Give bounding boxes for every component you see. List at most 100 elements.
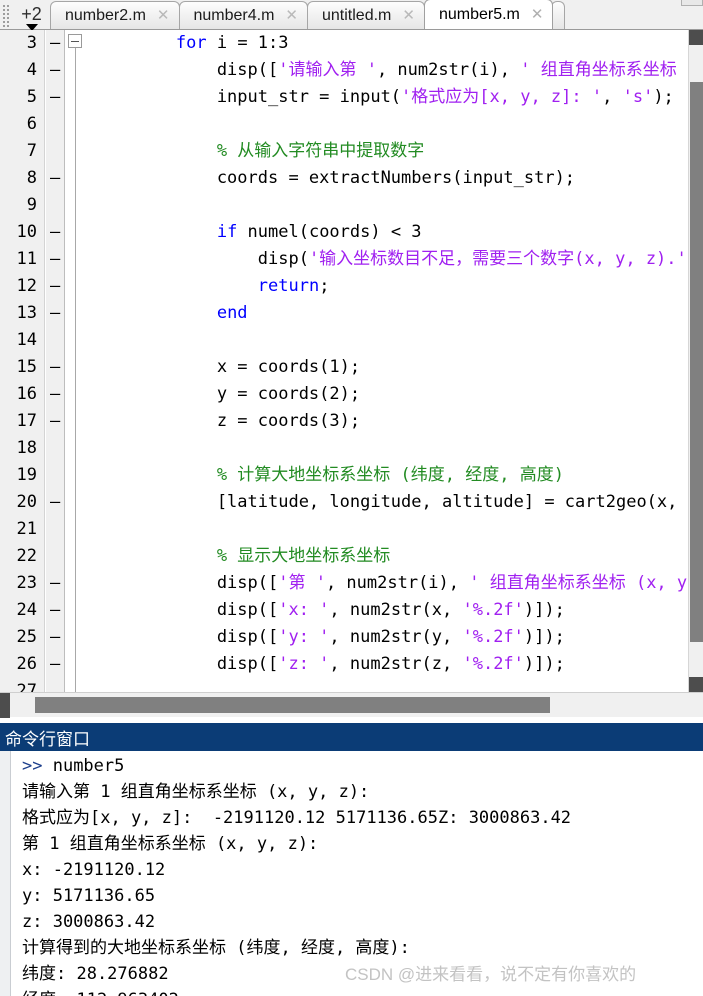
- code-line[interactable]: [94, 327, 688, 354]
- code-line[interactable]: % 显示大地坐标系坐标: [94, 543, 688, 570]
- code-line[interactable]: disp(['请输入第 ', num2str(i), ' 组直角坐标系坐标 (x…: [94, 57, 688, 84]
- executable-marker-row[interactable]: –: [46, 30, 65, 57]
- tab-close-icon[interactable]: ✕: [282, 8, 301, 23]
- executable-marker-row[interactable]: –: [46, 273, 65, 300]
- code-line[interactable]: disp(['z: ', num2str(z, '%.2f')]);: [94, 651, 688, 678]
- line-number-row: 24: [0, 597, 45, 624]
- code-line[interactable]: if numel(coords) < 3: [94, 219, 688, 246]
- code-line[interactable]: end: [94, 300, 688, 327]
- line-number-row: 19: [0, 462, 45, 489]
- scroll-down-arrow-icon[interactable]: [689, 677, 703, 692]
- line-number-row: 5: [0, 84, 45, 111]
- code-token: disp([: [94, 654, 279, 674]
- command-output-line: y: 5171136.65: [22, 883, 702, 909]
- executable-marker-row[interactable]: –: [46, 165, 65, 192]
- executable-marker-row[interactable]: –: [46, 246, 65, 273]
- command-output-line: x: -2191120.12: [22, 857, 702, 883]
- command-prompt: >>: [22, 756, 53, 776]
- code-line[interactable]: disp(['x: ', num2str(x, '%.2f')]);: [94, 597, 688, 624]
- code-line[interactable]: [94, 516, 688, 543]
- code-line[interactable]: coords = extractNumbers(input_str);: [94, 165, 688, 192]
- tab-close-icon[interactable]: ✕: [399, 8, 418, 23]
- command-output-text: 格式应为[x, y, z]: -2191120.12 5171136.65Z: …: [22, 808, 572, 828]
- code-token: '%.2f': [462, 627, 524, 647]
- line-number: 16: [16, 384, 37, 404]
- line-number: 24: [16, 600, 37, 620]
- fold-collapse-icon[interactable]: [68, 34, 82, 48]
- horizontal-scroll-thumb[interactable]: [35, 697, 550, 713]
- code-token: ;: [319, 276, 330, 296]
- code-line[interactable]: return;: [94, 273, 688, 300]
- code-line[interactable]: % 从输入字符串中提取数字: [94, 138, 688, 165]
- code-line[interactable]: disp('输入坐标数目不足，需要三个数字(x, y, z).'): [94, 246, 688, 273]
- command-window-left-strip: [0, 751, 11, 996]
- executable-marker-row[interactable]: [46, 138, 65, 165]
- executable-marker-row[interactable]: –: [46, 219, 65, 246]
- executable-marker-row[interactable]: –: [46, 570, 65, 597]
- window-stub-right: [681, 0, 703, 6]
- code-line[interactable]: [94, 192, 688, 219]
- code-line[interactable]: z = coords(3);: [94, 408, 688, 435]
- line-number: 6: [26, 114, 37, 134]
- code-editor[interactable]: 3 4 5 6 7 8 9 10 11 12 13 14 15 16 17 18 19 20 21 22 23 24 25 2…: [0, 30, 703, 692]
- tab-overflow-button[interactable]: +2: [14, 0, 50, 31]
- code-line[interactable]: disp(['y: ', num2str(y, '%.2f')]);: [94, 624, 688, 651]
- executable-marker-row[interactable]: –: [46, 354, 65, 381]
- command-output-text: 经度: 112.963402: [22, 990, 179, 996]
- line-number: 22: [16, 546, 37, 566]
- executable-marker-row[interactable]: –: [46, 408, 65, 435]
- code-line[interactable]: [latitude, longitude, altitude] = cart2g…: [94, 489, 688, 516]
- code-line[interactable]: [94, 678, 688, 692]
- code-line[interactable]: input_str = input('格式应为[x, y, z]: ', 's'…: [94, 84, 688, 111]
- executable-marker-row[interactable]: [46, 678, 65, 692]
- code-token: [latitude, longitude, altitude] = cart2g…: [94, 492, 688, 512]
- executable-marker-row[interactable]: –: [46, 651, 65, 678]
- editor-tab-number5-m[interactable]: number5.m ✕: [423, 0, 554, 29]
- executable-marker-row[interactable]: [46, 435, 65, 462]
- command-output-line: 第 1 组直角坐标系坐标 (x, y, z):: [22, 831, 702, 857]
- code-line-text: % 计算大地坐标系坐标 (纬度, 经度, 高度): [94, 462, 564, 489]
- executable-marker-row[interactable]: –: [46, 300, 65, 327]
- code-line[interactable]: [94, 435, 688, 462]
- code-line[interactable]: disp(['第 ', num2str(i), ' 组直角坐标系坐标 (x, y…: [94, 570, 688, 597]
- executable-marker-row[interactable]: [46, 543, 65, 570]
- tab-bar-drag-handle[interactable]: [3, 5, 12, 27]
- command-window-output[interactable]: >> number5 请输入第 1 组直角坐标系坐标 (x, y, z): 格式应为…: [0, 751, 703, 996]
- editor-horizontal-scrollbar[interactable]: [0, 692, 703, 718]
- executable-marker-row[interactable]: –: [46, 597, 65, 624]
- executable-marker-row[interactable]: –: [46, 381, 65, 408]
- code-token: % 计算大地坐标系坐标 (纬度, 经度, 高度): [94, 465, 564, 485]
- vertical-scroll-thumb[interactable]: [690, 82, 703, 642]
- tab-close-icon[interactable]: ✕: [154, 8, 173, 23]
- executable-marker-row[interactable]: –: [46, 57, 65, 84]
- scroll-left-arrow-icon[interactable]: [0, 693, 10, 718]
- code-token: ,: [602, 87, 623, 107]
- executable-marker-row[interactable]: [46, 192, 65, 219]
- code-line[interactable]: % 计算大地坐标系坐标 (纬度, 经度, 高度): [94, 462, 688, 489]
- code-line[interactable]: x = coords(1);: [94, 354, 688, 381]
- editor-tab-number4-m[interactable]: number4.m ✕: [178, 1, 308, 29]
- scroll-up-arrow-icon[interactable]: [689, 30, 703, 45]
- executable-marker-row[interactable]: [46, 327, 65, 354]
- code-fold-column[interactable]: [66, 30, 94, 692]
- code-line[interactable]: y = coords(2);: [94, 381, 688, 408]
- executable-marker-row[interactable]: –: [46, 489, 65, 516]
- code-line[interactable]: [94, 111, 688, 138]
- code-token: 'x: ': [278, 600, 330, 620]
- code-line-text: input_str = input('格式应为[x, y, z]: ', 's'…: [94, 84, 674, 111]
- code-line[interactable]: for i = 1:3: [94, 30, 688, 57]
- tab-close-icon[interactable]: ✕: [528, 7, 547, 22]
- executable-marker-row[interactable]: [46, 462, 65, 489]
- executable-line-dash-icon: –: [50, 87, 61, 107]
- executable-marker-row[interactable]: [46, 516, 65, 543]
- code-text-area[interactable]: for i = 1:3 disp(['请输入第 ', num2str(i), '…: [94, 30, 688, 692]
- code-token: % 从输入字符串中提取数字: [94, 141, 425, 161]
- executable-marker-row[interactable]: [46, 111, 65, 138]
- executable-marker-row[interactable]: –: [46, 84, 65, 111]
- editor-vertical-scrollbar[interactable]: [688, 30, 703, 692]
- executable-marker-row[interactable]: –: [46, 624, 65, 651]
- editor-tab-number2-m[interactable]: number2.m ✕: [50, 1, 180, 29]
- command-output-line: z: 3000863.42: [22, 909, 702, 935]
- editor-tab-untitled-m[interactable]: untitled.m ✕: [307, 1, 425, 29]
